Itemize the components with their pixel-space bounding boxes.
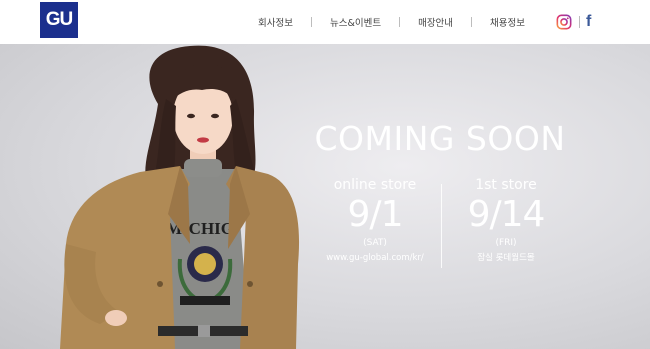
online-store-date: 9/1: [347, 194, 404, 235]
first-store-location: 잠실 롯데월드몰: [477, 253, 535, 263]
site-header: GU 회사정보 뉴스&이벤트 매장안내 채용정보 f: [0, 0, 650, 44]
date-divider: [441, 184, 442, 268]
main-nav: 회사정보 뉴스&이벤트 매장안내 채용정보: [240, 0, 543, 44]
online-store-label: online store: [333, 177, 417, 193]
instagram-link[interactable]: [556, 14, 572, 30]
first-store-label: 1st store: [475, 177, 537, 193]
online-store-day: (SAT): [363, 238, 387, 248]
page: GU 회사정보 뉴스&이벤트 매장안내 채용정보 f MICHIG COMING…: [0, 0, 650, 349]
online-store-block: online store 9/1 (SAT) www.gu-global.com…: [315, 176, 435, 266]
gu-logo[interactable]: GU: [40, 2, 78, 38]
nav-item-stores[interactable]: 매장안내: [400, 15, 471, 29]
nav-item-news-events[interactable]: 뉴스&이벤트: [312, 15, 399, 29]
social-divider: [579, 16, 580, 28]
model-photo: MICHIG: [60, 45, 300, 349]
first-store-block: 1st store 9/14 (FRI) 잠실 롯데월드몰: [446, 176, 566, 266]
nav-item-company[interactable]: 회사정보: [240, 15, 311, 29]
social-links: f: [556, 12, 591, 32]
facebook-icon[interactable]: f: [586, 14, 591, 30]
online-store-url: www.gu-global.com/kr/: [326, 253, 424, 263]
first-store-date: 9/14: [467, 194, 546, 235]
nav-item-careers[interactable]: 채용정보: [472, 15, 543, 29]
instagram-icon: [556, 14, 572, 30]
first-store-day: (FRI): [495, 238, 517, 248]
coming-soon-headline: COMING SOON: [314, 119, 566, 158]
hero-banner[interactable]: MICHIG COMING SOON online store 9/1 (SAT…: [0, 44, 650, 349]
